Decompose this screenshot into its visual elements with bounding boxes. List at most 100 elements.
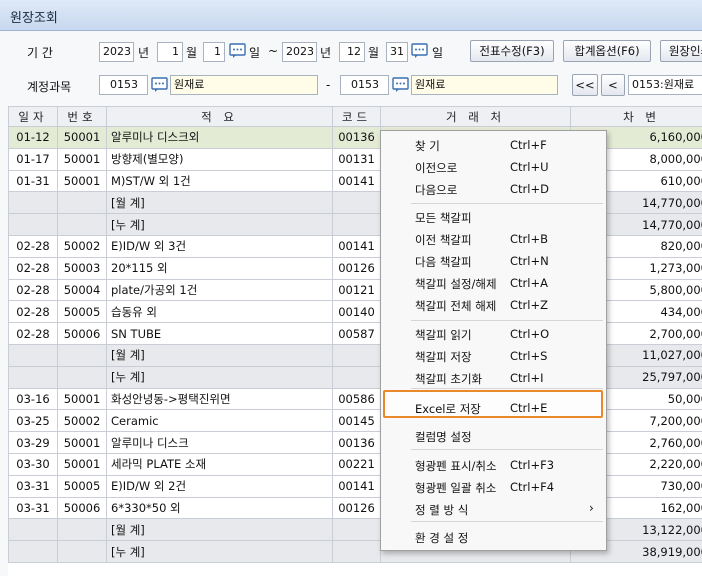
end-day-input[interactable]: 31 (386, 42, 408, 62)
cell-date: 02-28 (8, 234, 58, 258)
menu-item[interactable]: 환 경 설 정 (381, 526, 606, 548)
menu-item[interactable]: 책갈피 설정/해제 Ctrl+A (381, 272, 606, 294)
column-header[interactable]: 일자 (8, 106, 58, 127)
period-label: 기 간 (27, 46, 53, 60)
cell-description: E)ID/W 외 2건 (106, 474, 333, 498)
cell-date: 03-16 (8, 387, 58, 411)
cell-code: 00140 (332, 300, 381, 324)
menu-item[interactable]: 컬럼명 설정 (381, 425, 606, 447)
menu-item[interactable]: 찾 기 Ctrl+F (381, 134, 606, 156)
account-code-from-input[interactable]: 0153 (99, 75, 148, 95)
prev-account-button[interactable]: < (601, 74, 625, 96)
cell-code (332, 343, 381, 367)
cell-date: 03-29 (8, 431, 58, 454)
column-header[interactable]: 거 래 처 (380, 106, 571, 127)
context-menu: 찾 기 Ctrl+F 이전으로 Ctrl+U 다음으로 Ctrl+D 모든 책갈피이전 책갈… (380, 130, 607, 551)
menu-item-shortcut: Ctrl+I (510, 371, 544, 385)
window-title: 원장조회 (10, 11, 58, 26)
lookup-icon[interactable] (151, 77, 168, 93)
total-option-button[interactable]: 합계옵션(F6) (563, 40, 651, 62)
menu-item[interactable]: Excel로 저장 Ctrl+E (381, 397, 606, 419)
month-label: 월 (186, 46, 198, 60)
menu-item[interactable]: 이전으로 Ctrl+U (381, 156, 606, 178)
cell-code: 00587 (332, 322, 381, 345)
menu-separator (411, 449, 603, 450)
cell-code: 00141 (332, 474, 381, 498)
lookup-icon[interactable] (392, 77, 409, 93)
menu-item-label: 이전으로 (415, 161, 458, 175)
menu-item[interactable]: 책갈피 전체 해제 Ctrl+Z (381, 294, 606, 316)
filter-panel: 기 간 2023 년 1 월 1 일 ~ 2023 년 12 월 31 일 전표… (0, 31, 702, 105)
end-year-input[interactable]: 2023 (282, 42, 317, 62)
cell-number: 50001 (57, 147, 107, 171)
day-label-2: 일 (432, 46, 444, 60)
column-header[interactable]: 코드 (332, 106, 381, 127)
cell-description: 알루미나 디스크외 (106, 126, 333, 149)
window-titlebar: 원장조회 (0, 0, 702, 31)
menu-item[interactable]: 형광펜 표시/취소 Ctrl+F3 (381, 454, 606, 476)
account-code-to-input[interactable]: 0153 (340, 75, 389, 95)
menu-item-label: 모든 책갈피 (415, 211, 472, 225)
menu-item[interactable]: 다음 책갈피 Ctrl+N (381, 250, 606, 272)
cell-number: 50001 (57, 452, 107, 476)
cell-number: 50006 (57, 496, 107, 520)
cell-date (8, 518, 58, 542)
cell-number: 50005 (57, 474, 107, 498)
menu-item-shortcut: Ctrl+Z (510, 298, 548, 312)
cell-date (8, 213, 58, 236)
menu-item-shortcut: Ctrl+F4 (510, 480, 555, 494)
menu-separator (411, 203, 603, 204)
cell-description: 20*115 외 (106, 256, 333, 280)
menu-item[interactable]: 책갈피 저장 Ctrl+S (381, 345, 606, 367)
menu-item-label: 형광펜 표시/취소 (415, 459, 497, 473)
menu-item-shortcut: Ctrl+N (510, 254, 549, 268)
cell-description: M)ST/W 외 1건 (106, 169, 333, 193)
menu-separator (411, 388, 603, 389)
cell-description: E)ID/W 외 3건 (106, 234, 333, 258)
cell-description: 화성안녕동->평택진위면 (106, 387, 333, 411)
start-day-input[interactable]: 1 (203, 42, 225, 62)
cell-code: 00136 (332, 431, 381, 454)
column-header[interactable]: 적 요 (106, 106, 333, 127)
cell-number: 50001 (57, 169, 107, 193)
cell-description: SN TUBE (106, 322, 333, 345)
menu-separator (411, 320, 603, 321)
menu-item-shortcut: Ctrl+O (510, 327, 550, 341)
menu-item-label: 책갈피 초기화 (415, 372, 483, 386)
cell-date: 03-30 (8, 452, 58, 476)
menu-item[interactable]: 정 렬 방 식 › (381, 498, 606, 520)
calendar-icon[interactable] (229, 43, 246, 59)
account-label: 계정과목 (27, 80, 72, 94)
start-month-input[interactable]: 1 (157, 42, 183, 62)
cell-date: 01-12 (8, 126, 58, 149)
range-tilde: ~ (268, 44, 279, 58)
year-label-2: 년 (320, 46, 332, 60)
menu-item[interactable]: 이전 책갈피 Ctrl+B (381, 228, 606, 250)
start-year-input[interactable]: 2023 (99, 42, 134, 62)
menu-item-label: 다음으로 (415, 183, 458, 197)
column-header[interactable]: 차 변 (570, 106, 702, 127)
voucher-edit-button[interactable]: 전표수정(F3) (470, 40, 554, 62)
cell-code: 00145 (332, 409, 381, 433)
submenu-arrow-icon: › (589, 501, 594, 515)
cell-description: [월 계] (106, 518, 333, 542)
cell-date: 03-25 (8, 409, 58, 433)
cell-description: [누 계] (106, 540, 333, 563)
column-header[interactable]: 번호 (57, 106, 107, 127)
menu-item[interactable]: 형광펜 일괄 취소 Ctrl+F4 (381, 476, 606, 498)
grid-header-row: 일자 번호 적 요 코드 거 래 처차 변 (8, 106, 702, 127)
cell-description: 6*330*50 외 (106, 496, 333, 520)
menu-item[interactable]: 책갈피 초기화 Ctrl+I (381, 367, 606, 389)
end-month-input[interactable]: 12 (339, 42, 365, 62)
menu-item-label: 환 경 설 정 (415, 531, 469, 545)
cell-date: 01-31 (8, 169, 58, 193)
menu-item-label: 다음 책갈피 (415, 255, 472, 269)
ledger-print-button[interactable]: 원장인쇄 (660, 40, 702, 62)
menu-item[interactable]: 모든 책갈피 (381, 206, 606, 228)
menu-item-shortcut: Ctrl+E (510, 401, 548, 415)
first-account-button[interactable]: << (572, 74, 598, 96)
cell-number (57, 191, 107, 215)
menu-item[interactable]: 책갈피 읽기 Ctrl+O (381, 323, 606, 345)
menu-item[interactable]: 다음으로 Ctrl+D (381, 178, 606, 200)
calendar-icon[interactable] (411, 43, 428, 59)
